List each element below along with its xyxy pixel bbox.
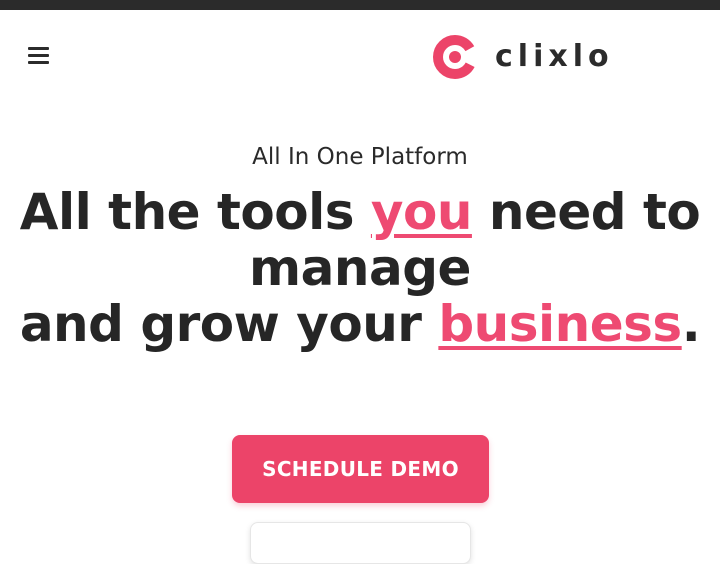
hamburger-icon[interactable] xyxy=(26,44,52,68)
secondary-button[interactable] xyxy=(250,522,471,564)
headline-text: All the tools xyxy=(19,183,371,241)
top-bar xyxy=(0,0,720,10)
menu-line xyxy=(28,61,49,64)
menu-line xyxy=(28,47,49,50)
schedule-demo-button[interactable]: SCHEDULE DEMO xyxy=(232,435,489,503)
hero-eyebrow: All In One Platform xyxy=(252,144,468,170)
headline-text: . xyxy=(681,295,701,353)
headline-highlight-you: you xyxy=(370,183,473,241)
menu-line xyxy=(28,54,49,57)
headline-text: and grow your xyxy=(19,295,439,353)
logo-text: clixlo xyxy=(495,39,614,74)
headline-text: need to xyxy=(471,183,701,241)
headline-highlight-business: business xyxy=(438,295,682,353)
clixlo-c-icon xyxy=(433,35,477,79)
logo[interactable]: clixlo xyxy=(432,34,614,80)
headline-text: manage xyxy=(249,239,471,297)
hero-headline: All the tools you need to manage and gro… xyxy=(0,184,720,352)
